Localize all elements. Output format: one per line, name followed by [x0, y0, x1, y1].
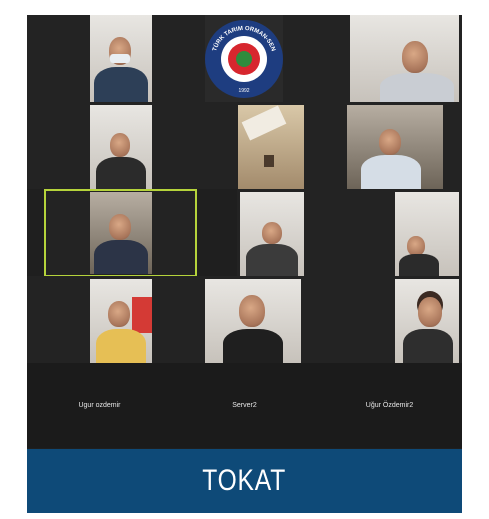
participant-video — [90, 279, 152, 363]
logo-ring-text: TÜRK TARIM ORMAN-SEN — [212, 26, 276, 52]
participant-video-tile[interactable] — [317, 189, 462, 276]
svg-text:TÜRK TARIM ORMAN-SEN: TÜRK TARIM ORMAN-SEN — [212, 26, 276, 52]
logo-year-text: 1992 — [238, 88, 249, 94]
participant-name-tile[interactable]: Ugur ozdemir — [27, 363, 172, 448]
participant-video-tile[interactable] — [237, 189, 317, 276]
participant-name-label: Ugur ozdemir — [78, 402, 121, 409]
participant-video-tile[interactable] — [27, 15, 172, 102]
video-call-gallery: TÜRK TARIM ORMAN-SEN 1992 Ugur ozdemir S… — [27, 15, 462, 449]
participant-video — [205, 279, 301, 363]
participant-video-tile[interactable] — [317, 15, 462, 102]
union-logo-emblem: TÜRK TARIM ORMAN-SEN 1992 — [205, 20, 283, 98]
location-banner-text: TOKAT — [202, 464, 287, 497]
union-logo-image: TÜRK TARIM ORMAN-SEN 1992 — [205, 15, 283, 102]
participant-video-tile[interactable] — [172, 102, 317, 189]
participant-video — [238, 105, 304, 189]
participant-name-label: Uğur Özdemir2 — [365, 402, 414, 409]
participant-name-tile[interactable]: Server2 — [172, 363, 317, 448]
active-speaker-tile[interactable] — [44, 189, 197, 277]
participant-video — [90, 15, 152, 102]
participant-video-tile[interactable] — [27, 276, 172, 363]
participant-video — [90, 192, 152, 274]
participant-video-tile[interactable] — [317, 102, 462, 189]
participant-name-tile[interactable]: Uğur Özdemir2 — [317, 363, 462, 448]
participant-video-tile[interactable] — [172, 276, 317, 363]
participant-video — [350, 15, 459, 102]
participant-video — [240, 192, 304, 276]
participant-video — [347, 105, 443, 189]
participant-video — [395, 279, 459, 363]
participant-video-tile[interactable] — [27, 102, 172, 189]
participant-video-tile[interactable]: TÜRK TARIM ORMAN-SEN 1992 — [172, 15, 317, 102]
participant-video — [395, 192, 459, 276]
location-banner: TOKAT — [27, 449, 462, 513]
participant-video — [90, 105, 152, 189]
participant-video-tile[interactable] — [317, 276, 462, 363]
participant-name-label: Server2 — [232, 402, 257, 409]
